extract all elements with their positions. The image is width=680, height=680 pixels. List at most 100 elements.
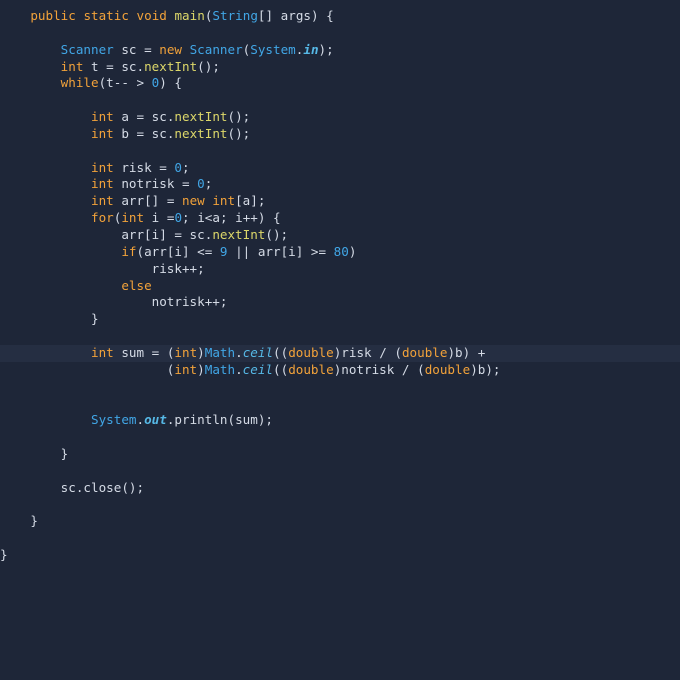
code-token: ;	[204, 176, 213, 192]
code-token: for	[91, 210, 114, 226]
code-line[interactable]: }	[0, 547, 680, 564]
code-token: i =	[144, 210, 175, 226]
code-token: nextInt	[212, 226, 266, 242]
code-token: static	[83, 8, 129, 23]
code-token: double	[288, 344, 334, 360]
code-line[interactable]: risk++;	[0, 261, 680, 278]
code-line[interactable]: }	[0, 513, 680, 530]
code-token: ceil	[242, 344, 274, 360]
code-line[interactable]: sc.close();	[0, 480, 680, 497]
code-line[interactable]: ​	[0, 395, 680, 412]
code-line[interactable]: for(int i =0; i<a; i++) {	[0, 210, 680, 227]
code-line[interactable]: ​	[0, 530, 680, 547]
code-token: out	[144, 412, 167, 428]
code-line[interactable]: int notrisk = 0;	[0, 176, 680, 193]
code-token: int	[60, 58, 84, 74]
code-token: double	[288, 361, 334, 377]
code-line[interactable]: while(t-- > 0) {	[0, 75, 680, 92]
code-token: 80	[333, 243, 349, 259]
code-token: sc.close();	[0, 479, 145, 495]
code-token: double	[401, 344, 448, 360]
code-line[interactable]: ​	[0, 25, 680, 42]
code-line[interactable]: ​	[0, 463, 680, 480]
code-token: System	[91, 412, 137, 428]
code-token: )notrisk / (	[333, 361, 425, 377]
code-token: Math	[204, 344, 236, 360]
code-token: int	[121, 210, 145, 226]
code-token: || arr[i] >=	[227, 243, 334, 259]
code-line[interactable]: int t = sc.nextInt();	[0, 59, 680, 76]
code-area[interactable]: public static void main(String[] args) {…	[0, 8, 680, 564]
code-line[interactable]: ​	[0, 143, 680, 160]
code-token: []	[257, 8, 281, 23]
code-line[interactable]: System.out.println(sum);	[0, 412, 680, 429]
code-line[interactable]: ​	[0, 429, 680, 446]
code-token: public	[30, 8, 76, 23]
code-line[interactable]: (int)Math.ceil((double)notrisk / (double…	[0, 362, 680, 379]
code-token: (arr[i] <=	[136, 243, 220, 259]
code-token: nextInt	[174, 125, 228, 141]
code-token: nextInt	[144, 58, 198, 74]
code-token: int	[174, 361, 198, 377]
code-token: )b);	[470, 361, 501, 377]
code-line[interactable]: ​	[0, 328, 680, 345]
code-token: ceil	[242, 361, 274, 377]
code-line[interactable]: int b = sc.nextInt();	[0, 126, 680, 143]
code-line[interactable]: else	[0, 278, 680, 295]
code-token: ();	[197, 58, 220, 74]
code-token: int	[91, 193, 114, 209]
code-line[interactable]: if(arr[i] <= 9 || arr[i] >= 80)	[0, 244, 680, 261]
code-token: )risk / (	[333, 344, 402, 360]
code-token: 0	[174, 159, 183, 175]
code-line[interactable]: int arr[] = new int[a];	[0, 193, 680, 210]
code-line[interactable]: int risk = 0;	[0, 160, 680, 177]
code-token: notrisk =	[113, 176, 198, 192]
code-line[interactable]: public static void main(String[] args) {	[0, 8, 680, 25]
code-line[interactable]: Scanner sc = new Scanner(System.in);	[0, 42, 680, 59]
code-token: args	[280, 8, 311, 23]
code-token: a = sc.	[113, 109, 175, 125]
code-token: int	[91, 159, 114, 175]
code-token: }	[0, 311, 99, 327]
code-token: risk++;	[0, 260, 205, 276]
code-line[interactable]: notrisk++;	[0, 294, 680, 311]
code-token: .	[136, 412, 145, 428]
code-token: arr[] =	[113, 193, 182, 209]
code-line[interactable]: ​	[0, 379, 680, 396]
code-token: int	[212, 193, 236, 209]
code-token: Scanner	[189, 41, 243, 57]
code-token: b = sc.	[113, 125, 175, 141]
code-token: }	[0, 513, 38, 529]
code-line[interactable]: ​	[0, 496, 680, 513]
code-line-current[interactable]: int sum = (int)Math.ceil((double)risk / …	[0, 344, 680, 362]
code-token: 0	[174, 210, 183, 226]
code-token: )	[197, 361, 205, 377]
code-token: .	[235, 361, 243, 377]
code-token: arr[i] = sc.	[0, 226, 213, 242]
code-token: t = sc.	[83, 58, 145, 74]
code-line[interactable]: arr[i] = sc.nextInt();	[0, 227, 680, 244]
code-token: risk =	[113, 159, 175, 175]
code-line[interactable]: ​	[0, 92, 680, 109]
code-token: )	[348, 243, 357, 259]
code-line[interactable]: }	[0, 311, 680, 328]
code-editor[interactable]: public static void main(String[] args) {…	[0, 0, 680, 672]
code-token: nextInt	[174, 109, 228, 125]
code-line[interactable]: }	[0, 446, 680, 463]
code-token: );	[318, 41, 334, 57]
code-line[interactable]: int a = sc.nextInt();	[0, 109, 680, 126]
code-token: 9	[219, 243, 228, 259]
code-token: void	[136, 8, 167, 23]
